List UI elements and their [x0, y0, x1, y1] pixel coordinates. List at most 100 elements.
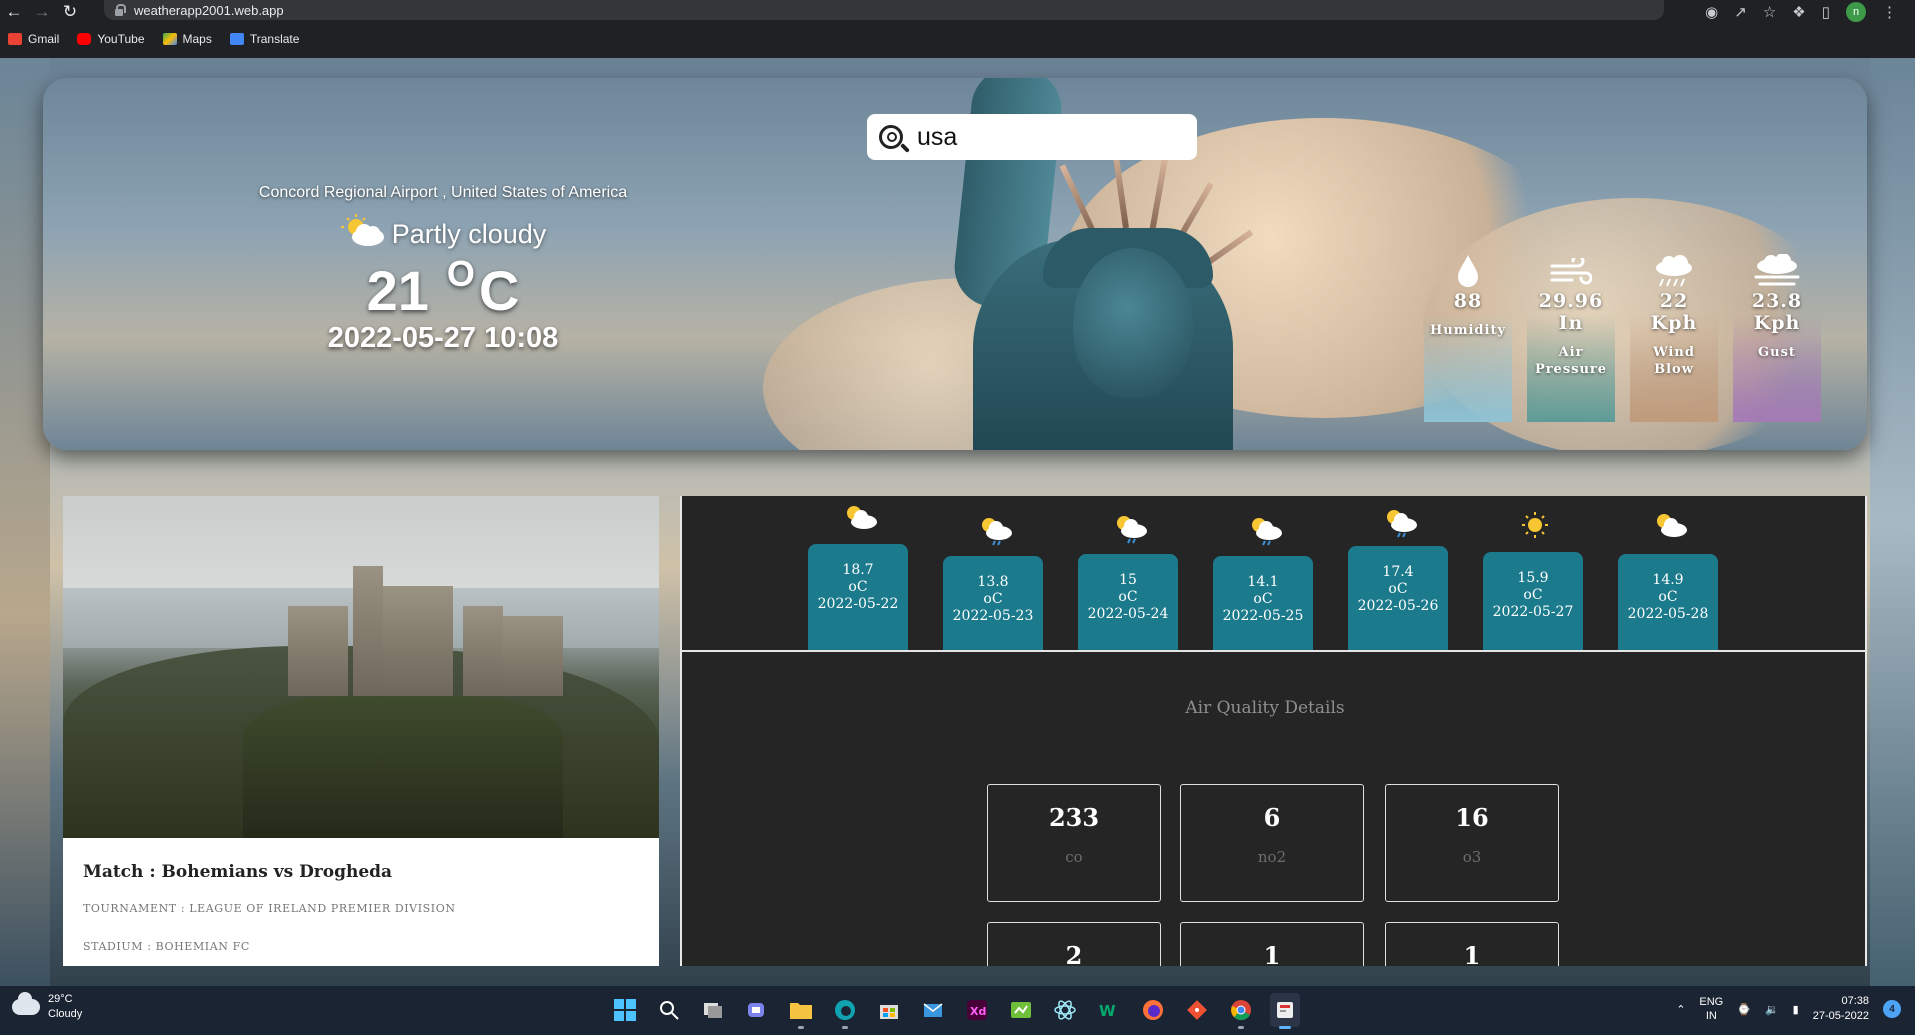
- system-clock[interactable]: 07:38 27-05-2022: [1813, 994, 1869, 1024]
- task-view-icon[interactable]: [698, 993, 728, 1027]
- microsoft-store-icon[interactable]: [874, 993, 904, 1027]
- browser-chrome: ← → ↻ weatherapp2001.web.app ◉ ↗ ☆ ❖ ▯ n…: [0, 0, 1915, 60]
- volume-icon[interactable]: 🔉: [1765, 1003, 1779, 1016]
- firefox-icon[interactable]: [1138, 993, 1168, 1027]
- location-search-box[interactable]: [867, 114, 1197, 160]
- degree-symbol: O: [446, 253, 475, 294]
- bookmark-label: YouTube: [97, 32, 145, 46]
- rain-sun-icon: [1380, 506, 1420, 538]
- spreadsheet-app-icon[interactable]: [1006, 993, 1036, 1027]
- maps-icon: [162, 33, 177, 45]
- git-icon[interactable]: [1182, 993, 1212, 1027]
- location-search-input[interactable]: [917, 122, 1187, 152]
- aq-value: 233: [1048, 803, 1100, 832]
- share-icon[interactable]: ↗: [1734, 3, 1747, 21]
- forecast-date: 2022-05-23: [952, 608, 1034, 624]
- adobe-xd-icon[interactable]: Xd: [962, 993, 992, 1027]
- teams-chat-icon[interactable]: [742, 993, 772, 1027]
- forecast-day-card[interactable]: 15.9 oC 2022-05-27: [1483, 552, 1583, 650]
- forward-arrow-icon[interactable]: →: [28, 0, 56, 24]
- forecast-unit: oC: [848, 579, 868, 595]
- mail-icon[interactable]: [918, 993, 948, 1027]
- stat-unit: In: [1558, 312, 1584, 334]
- bookmark-translate[interactable]: Translate: [229, 32, 299, 46]
- panel-border-left: [680, 496, 682, 966]
- menu-dots-icon[interactable]: ⋮: [1882, 3, 1897, 21]
- taskbar-weather-temp: 29°C: [48, 993, 73, 1005]
- forecast-date: 2022-05-25: [1222, 608, 1304, 624]
- droplet-icon: [1456, 242, 1480, 288]
- forecast-day-card[interactable]: 14.9 oC 2022-05-28: [1618, 554, 1718, 650]
- battery-icon[interactable]: ▮: [1793, 1003, 1799, 1016]
- sports-news-card[interactable]: Match : Bohemians vs Drogheda TOURNAMENT…: [63, 496, 659, 966]
- stat-label: Gust: [1758, 345, 1796, 360]
- sidebar-icon[interactable]: ▯: [1822, 3, 1830, 21]
- electron-icon[interactable]: [1050, 993, 1080, 1027]
- stat-value: 88: [1453, 290, 1483, 312]
- taskbar-weather-desc: Cloudy: [48, 1008, 83, 1020]
- youtube-icon: [77, 33, 92, 45]
- match-title[interactable]: Match : Bohemians vs Drogheda: [83, 862, 392, 882]
- browser-actions: ◉ ↗ ☆ ❖ ▯ n ⋮: [1705, 0, 1915, 24]
- active-app-icon[interactable]: [1270, 993, 1300, 1029]
- url-text[interactable]: weatherapp2001.web.app: [134, 3, 284, 18]
- svg-text:W: W: [1099, 1002, 1116, 1020]
- taskbar-weather-text: 29°C Cloudy: [48, 992, 82, 1022]
- sun-icon: [1515, 510, 1555, 542]
- forecast-unit: oC: [1118, 589, 1138, 605]
- chevron-up-icon[interactable]: ⌃: [1676, 1003, 1685, 1016]
- search-icon[interactable]: [654, 993, 684, 1027]
- chrome-icon[interactable]: [1226, 993, 1256, 1029]
- tournament-text: TOURNAMENT : LEAGUE OF IRELAND PREMIER D…: [83, 902, 456, 915]
- stat-unit: Kph: [1753, 312, 1801, 334]
- forecast-date: 2022-05-26: [1357, 598, 1439, 614]
- taskbar-weather-widget[interactable]: 29°C Cloudy: [12, 992, 82, 1022]
- location-pin-icon[interactable]: ◉: [1705, 3, 1718, 21]
- stat-label: Wind Blow: [1653, 345, 1695, 377]
- air-quality-item: 6 no2: [1180, 784, 1364, 902]
- forecast-unit: oC: [1253, 591, 1273, 607]
- bookmark-gmail[interactable]: Gmail: [8, 32, 59, 46]
- forecast-day-card[interactable]: 18.7 oC 2022-05-22: [808, 544, 908, 650]
- temperature-value: 21: [366, 259, 429, 322]
- cloud-icon: [12, 992, 40, 1015]
- star-icon[interactable]: ☆: [1763, 3, 1776, 21]
- stadium-text: STADIUM : BOHEMIAN FC: [83, 940, 250, 953]
- current-condition: Partly cloudy: [243, 214, 643, 255]
- forecast-date: 2022-05-27: [1492, 604, 1574, 620]
- background-blur-right: [1870, 58, 1915, 986]
- condition-text: Partly cloudy: [391, 219, 547, 249]
- w3schools-icon[interactable]: W: [1094, 993, 1124, 1027]
- profile-avatar[interactable]: n: [1846, 2, 1866, 22]
- file-explorer-icon[interactable]: [786, 993, 816, 1029]
- forecast-temp: 14.1: [1247, 574, 1279, 590]
- wifi-icon[interactable]: ⌚: [1737, 1003, 1751, 1016]
- address-bar[interactable]: weatherapp2001.web.app: [104, 0, 1664, 20]
- aq-label: co: [1065, 848, 1083, 866]
- forecast-unit: oC: [1523, 587, 1543, 603]
- forecast-date: 2022-05-24: [1087, 606, 1169, 622]
- extensions-icon[interactable]: ❖: [1792, 3, 1805, 21]
- forecast-date: 2022-05-28: [1627, 606, 1709, 622]
- bookmark-label: Gmail: [28, 32, 60, 46]
- castle-cliff-image: [63, 496, 659, 838]
- castle-ruin: [288, 606, 348, 696]
- forecast-day-card[interactable]: 17.4 oC 2022-05-26: [1348, 546, 1448, 650]
- language-indicator[interactable]: ENG IN: [1699, 995, 1723, 1023]
- fog-cloud-icon: [1752, 242, 1802, 288]
- stat-unit: Kph: [1650, 312, 1698, 334]
- aq-value: 1: [1463, 941, 1481, 966]
- windows-start-icon[interactable]: [610, 993, 640, 1027]
- search-location-icon[interactable]: [879, 125, 903, 149]
- bookmark-maps[interactable]: Maps: [162, 32, 212, 46]
- notification-badge[interactable]: 4: [1883, 1000, 1901, 1018]
- forecast-day-card[interactable]: 15 oC 2022-05-24: [1078, 554, 1178, 650]
- panel-border-right: [1865, 496, 1867, 966]
- back-arrow-icon[interactable]: ←: [0, 0, 28, 24]
- bookmark-youtube[interactable]: YouTube: [77, 32, 145, 46]
- forecast-unit: oC: [983, 591, 1003, 607]
- forecast-day-card[interactable]: 13.8 oC 2022-05-23: [943, 556, 1043, 650]
- reload-icon[interactable]: ↻: [56, 0, 84, 24]
- edge-icon[interactable]: [830, 993, 860, 1029]
- forecast-day-card[interactable]: 14.1 oC 2022-05-25: [1213, 556, 1313, 650]
